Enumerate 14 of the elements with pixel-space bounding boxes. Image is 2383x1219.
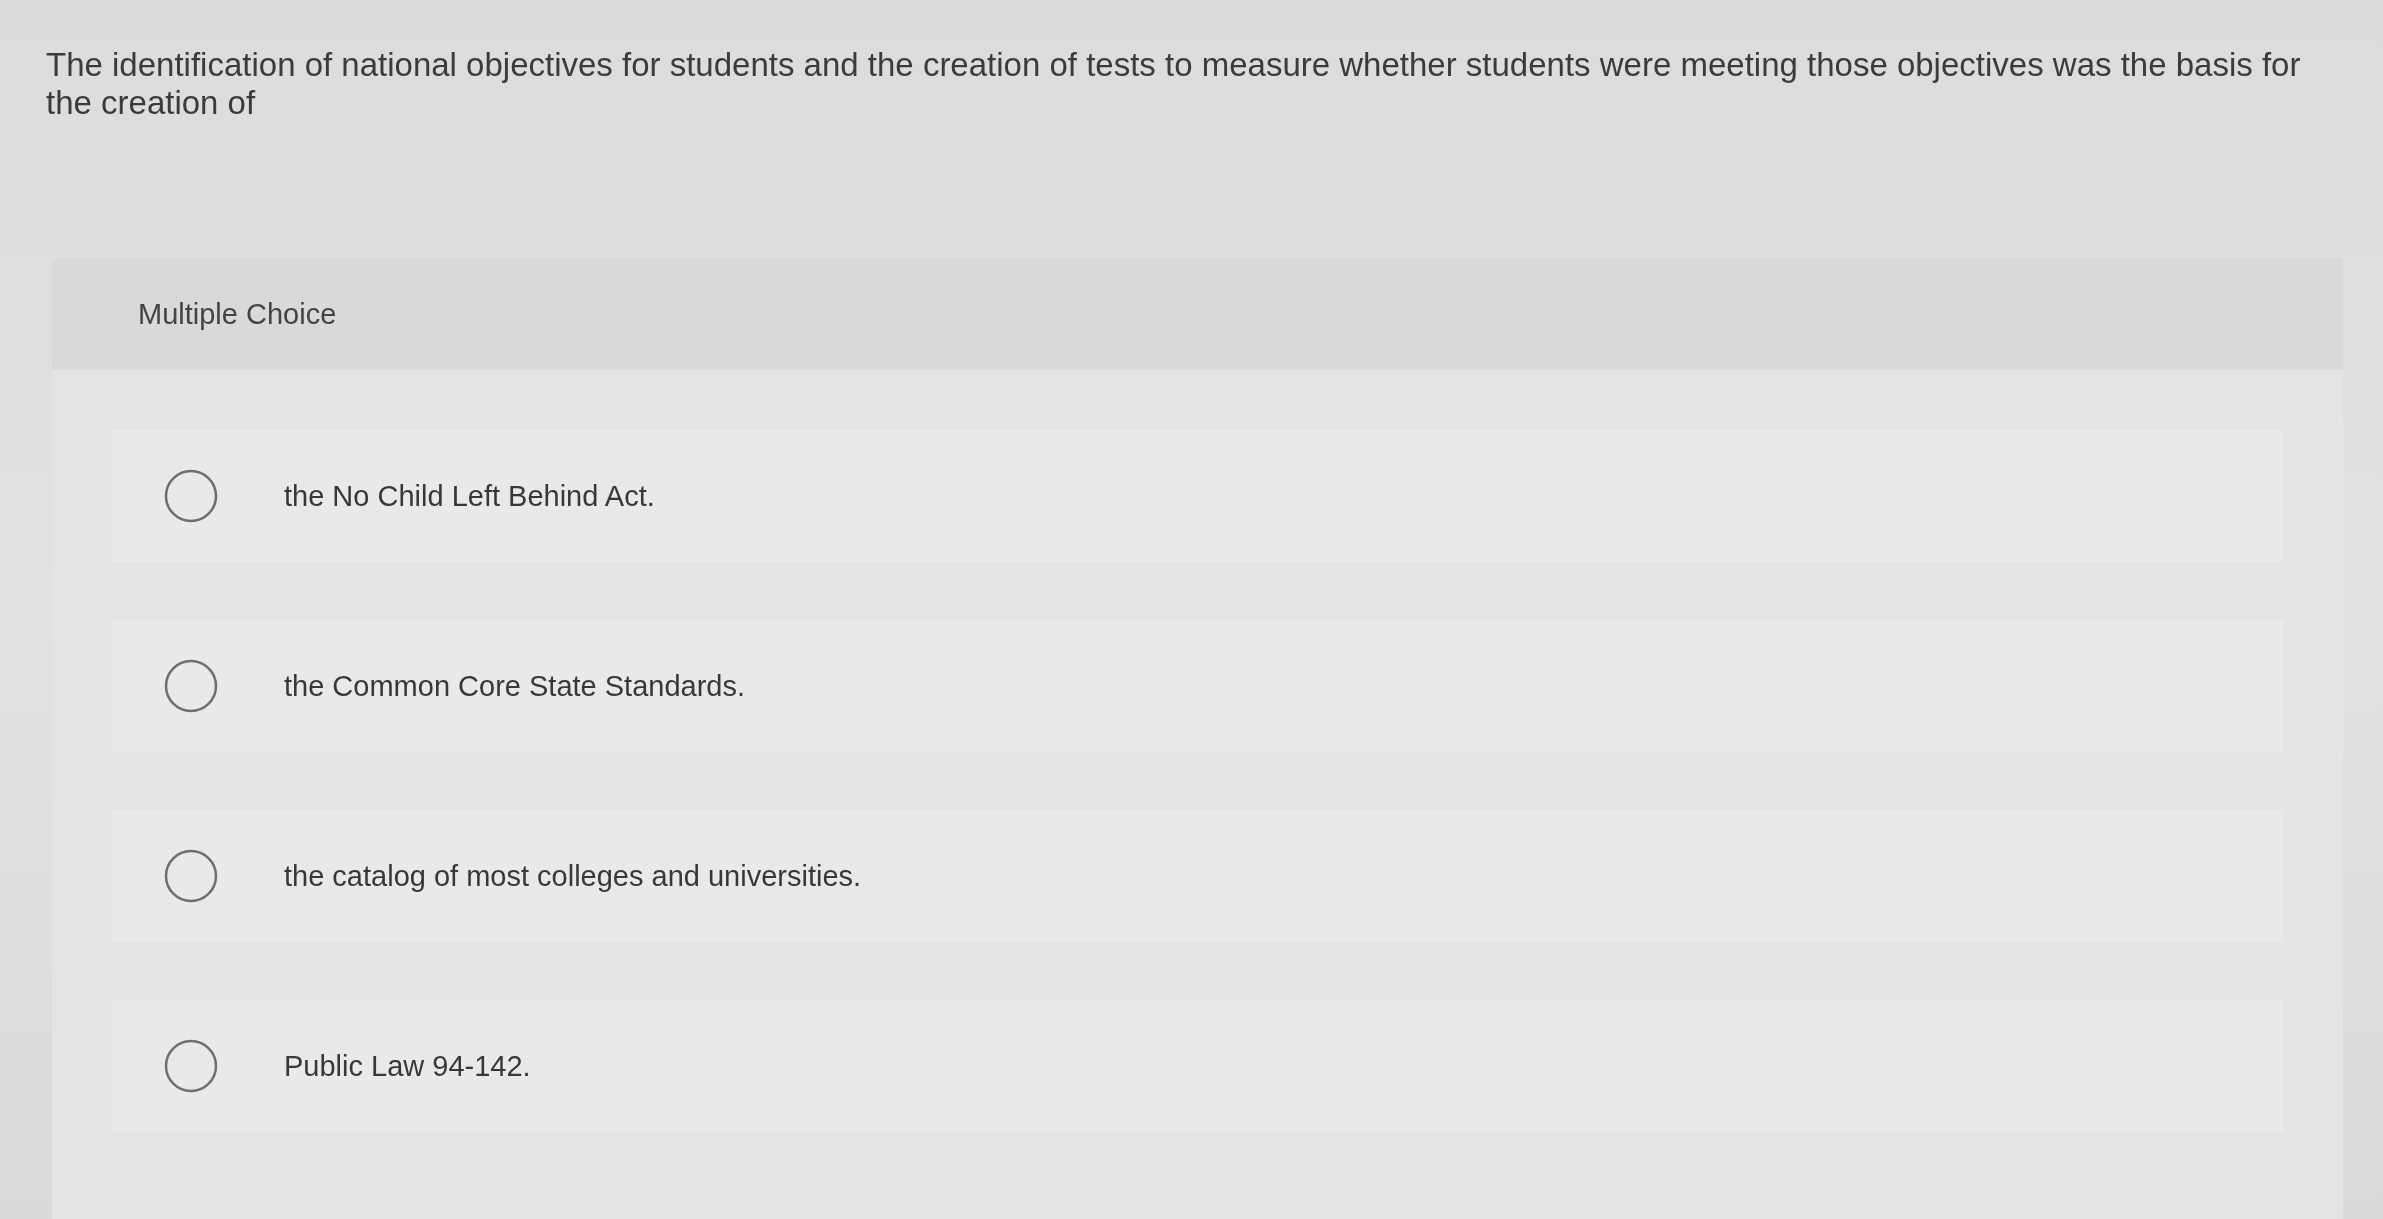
answer-option[interactable]: the catalog of most colleges and universities. <box>112 810 2283 942</box>
answer-option[interactable]: Public Law 94-142. <box>112 1000 2283 1132</box>
radio-button-icon[interactable] <box>164 1039 218 1093</box>
radio-button-icon[interactable] <box>164 849 218 903</box>
question-type-label: Multiple Choice <box>138 297 337 331</box>
answer-option[interactable]: the No Child Left Behind Act. <box>112 430 2283 562</box>
question-text: The identification of national objectives for students and the creation of tests to measure whether students were meeting those objectives was the basis for the creation of <box>46 46 2302 122</box>
radio-button-icon[interactable] <box>164 469 218 523</box>
answer-label: Public Law 94-142. <box>284 1049 531 1083</box>
answer-label: the catalog of most colleges and universities. <box>284 859 862 893</box>
answer-option[interactable]: the Common Core State Standards. <box>112 620 2283 752</box>
answer-label: the Common Core State Standards. <box>284 669 745 703</box>
answer-label: the No Child Left Behind Act. <box>284 479 655 513</box>
radio-button-icon[interactable] <box>164 659 218 713</box>
